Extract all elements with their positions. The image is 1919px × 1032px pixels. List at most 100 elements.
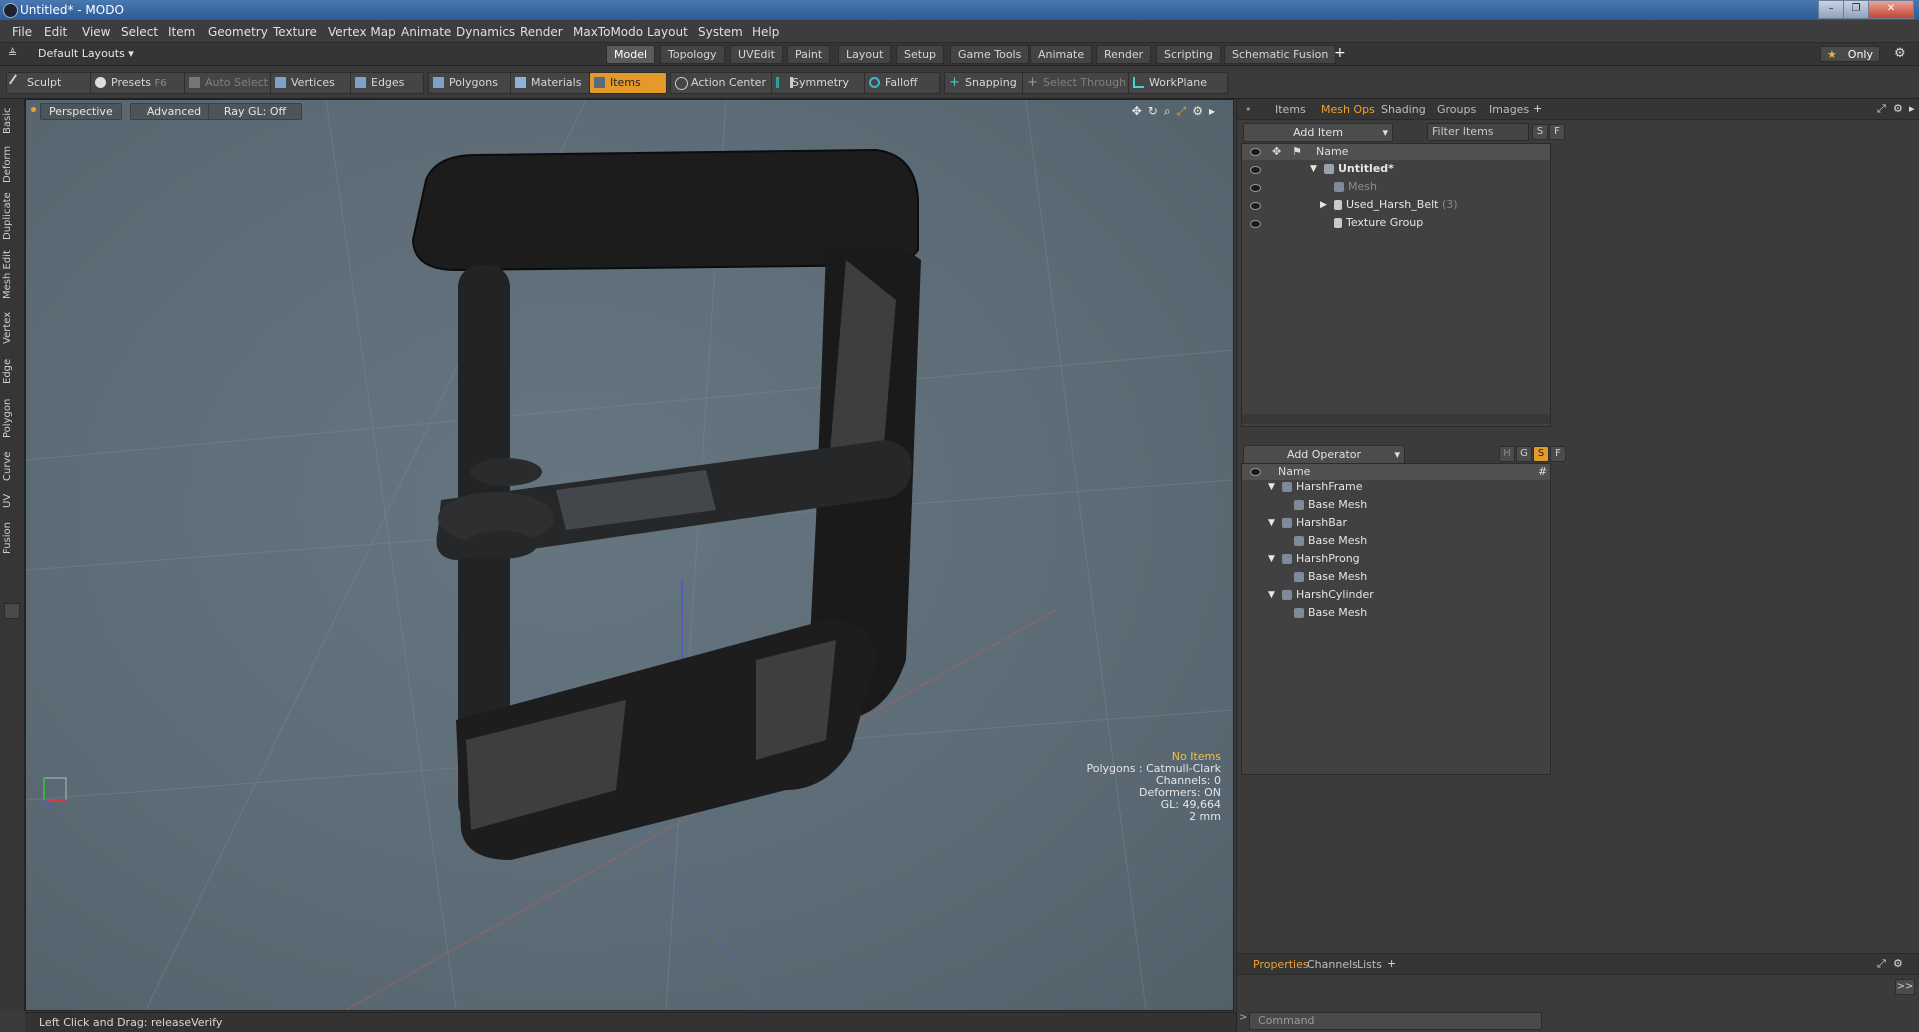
- panel-gear-icon[interactable]: ⚙: [1893, 102, 1903, 115]
- expand-down-icon[interactable]: ▼: [1268, 550, 1275, 568]
- tab-paint[interactable]: Paint: [787, 45, 831, 64]
- tab-schematic-fusion[interactable]: Schematic Fusion: [1224, 45, 1337, 64]
- tab-topology[interactable]: Topology: [660, 45, 725, 64]
- strip-toggle-button[interactable]: [4, 603, 20, 619]
- menu-item[interactable]: Item: [168, 25, 195, 39]
- tree-row-untitled[interactable]: ▼ Untitled*: [1242, 160, 1550, 178]
- vertices-button[interactable]: Vertices1: [270, 72, 367, 94]
- h-button[interactable]: H: [1499, 446, 1515, 462]
- g-button[interactable]: G: [1516, 446, 1532, 462]
- tab-scripting[interactable]: Scripting: [1156, 45, 1221, 64]
- tab-layout[interactable]: Layout: [838, 45, 892, 64]
- tab-items[interactable]: Items: [1275, 103, 1306, 116]
- operator-row-base-mesh[interactable]: Base Mesh: [1242, 604, 1550, 622]
- polygons-button[interactable]: Polygons: [428, 72, 522, 94]
- menu-animate[interactable]: Animate: [401, 25, 451, 39]
- menu-help[interactable]: Help: [752, 25, 779, 39]
- tab-images[interactable]: Images: [1489, 103, 1529, 116]
- operator-row-harshbar[interactable]: ▼ HarshBar: [1242, 514, 1550, 532]
- symmetry-button[interactable]: Symmetry: [771, 72, 869, 94]
- command-input[interactable]: Command: [1249, 1012, 1542, 1030]
- only-toggle[interactable]: ★ Only: [1820, 46, 1880, 62]
- eye-icon[interactable]: [1250, 184, 1261, 192]
- tab-deform[interactable]: Deform: [2, 143, 22, 185]
- tab-setup[interactable]: Setup: [896, 45, 945, 64]
- expand-down-icon[interactable]: ▼: [1310, 160, 1317, 178]
- panel-maximize-icon[interactable]: ⤢: [1877, 102, 1886, 116]
- menu-geometry[interactable]: Geometry: [208, 25, 268, 39]
- tab-vertex[interactable]: Vertex: [2, 307, 22, 349]
- tab-render[interactable]: Render: [1096, 45, 1152, 64]
- f-button[interactable]: F: [1550, 446, 1566, 462]
- tree-row-used-harsh-belt[interactable]: ▶ Used_Harsh_Belt (3): [1242, 196, 1550, 214]
- close-button[interactable]: ✕: [1868, 0, 1914, 19]
- tab-duplicate[interactable]: Duplicate: [2, 189, 22, 243]
- add-item-button[interactable]: Add Item ▾: [1243, 123, 1393, 142]
- sculpt-button[interactable]: Sculpt: [6, 72, 96, 94]
- gear-icon[interactable]: ⚙: [1894, 46, 1906, 61]
- select-through-button[interactable]: + Select Through: [1022, 72, 1138, 94]
- tree-row-texture-group[interactable]: Texture Group: [1242, 214, 1550, 232]
- filter-items-input[interactable]: Filter Items: [1427, 123, 1529, 141]
- 3d-viewport[interactable]: Perspective Advanced Ray GL: Off ✥↻⌕⤢⚙▸: [25, 99, 1234, 1011]
- action-center-button[interactable]: Action Center: [670, 72, 782, 94]
- items-button[interactable]: Items: [589, 72, 667, 94]
- menu-render[interactable]: Render: [520, 25, 563, 39]
- maximize-button[interactable]: ❐: [1843, 0, 1869, 19]
- tab-polygon[interactable]: Polygon: [2, 393, 22, 443]
- operator-row-base-mesh[interactable]: Base Mesh: [1242, 568, 1550, 586]
- layout-toggle-icon[interactable]: ≜: [8, 47, 17, 60]
- snapping-button[interactable]: + Snapping: [944, 72, 1032, 94]
- filter-s-button[interactable]: S: [1532, 124, 1548, 140]
- operator-row-harshframe[interactable]: ▼ HarshFrame: [1242, 478, 1550, 496]
- menu-vertex-map[interactable]: Vertex Map: [328, 25, 396, 39]
- menu-edit[interactable]: Edit: [44, 25, 67, 39]
- add-operator-button[interactable]: Add Operator ▾: [1243, 445, 1405, 464]
- menu-system[interactable]: System: [698, 25, 743, 39]
- operator-row-harshprong[interactable]: ▼ HarshProng: [1242, 550, 1550, 568]
- tab-model[interactable]: Model: [606, 45, 656, 64]
- edges-button[interactable]: Edges2: [350, 72, 435, 94]
- s-button[interactable]: S: [1533, 446, 1549, 462]
- expand-right-icon[interactable]: ▶: [1320, 196, 1327, 214]
- menu-view[interactable]: View: [82, 25, 110, 39]
- tab-uvedit[interactable]: UVEdit: [730, 45, 783, 64]
- menu-maxtomodo[interactable]: MaxToModo: [573, 25, 643, 39]
- tab-uv[interactable]: UV: [2, 489, 22, 513]
- tab-groups[interactable]: Groups: [1437, 103, 1476, 116]
- menu-texture[interactable]: Texture: [273, 25, 317, 39]
- tab-game-tools[interactable]: Game Tools: [950, 45, 1030, 64]
- tab-fusion[interactable]: Fusion: [2, 517, 22, 559]
- add-properties-tab-button[interactable]: +: [1387, 957, 1396, 970]
- tab-animate[interactable]: Animate: [1030, 45, 1093, 64]
- tree-row-mesh[interactable]: Mesh: [1242, 178, 1550, 196]
- falloff-button[interactable]: Falloff: [864, 72, 940, 94]
- auto-select-button[interactable]: Auto Select: [184, 72, 282, 94]
- expand-down-icon[interactable]: ▼: [1268, 478, 1275, 496]
- presets-button[interactable]: Presets F6: [90, 72, 196, 94]
- properties-gear-icon[interactable]: ⚙: [1893, 957, 1903, 970]
- expand-down-icon[interactable]: ▼: [1268, 514, 1275, 532]
- add-panel-tab-button[interactable]: +: [1533, 102, 1542, 115]
- expand-down-icon[interactable]: ▼: [1268, 586, 1275, 604]
- tab-shading[interactable]: Shading: [1381, 103, 1426, 116]
- workplane-button[interactable]: WorkPlane: [1128, 72, 1228, 94]
- tab-properties[interactable]: Properties: [1253, 958, 1309, 971]
- horizontal-scrollbar[interactable]: [1242, 414, 1550, 424]
- eye-icon[interactable]: [1250, 202, 1261, 210]
- tab-mesh-edit[interactable]: Mesh Edit: [2, 247, 22, 303]
- menu-layout[interactable]: Layout: [647, 25, 688, 39]
- tab-mesh-ops[interactable]: Mesh Ops: [1321, 103, 1375, 116]
- minimize-button[interactable]: –: [1818, 0, 1844, 19]
- tab-channels[interactable]: Channels: [1307, 958, 1358, 971]
- filter-f-button[interactable]: F: [1549, 124, 1565, 140]
- menu-select[interactable]: Select: [121, 25, 158, 39]
- expand-properties-button[interactable]: >>: [1895, 979, 1915, 995]
- tab-curve[interactable]: Curve: [2, 447, 22, 485]
- operator-row-base-mesh[interactable]: Base Mesh: [1242, 532, 1550, 550]
- properties-maximize-icon[interactable]: ⤢: [1877, 957, 1886, 971]
- tab-edge[interactable]: Edge: [2, 353, 22, 389]
- panel-arrow-icon[interactable]: ▸: [1909, 102, 1915, 115]
- layout-selector[interactable]: Default Layouts ▾: [38, 47, 134, 60]
- tab-lists[interactable]: Lists: [1357, 958, 1382, 971]
